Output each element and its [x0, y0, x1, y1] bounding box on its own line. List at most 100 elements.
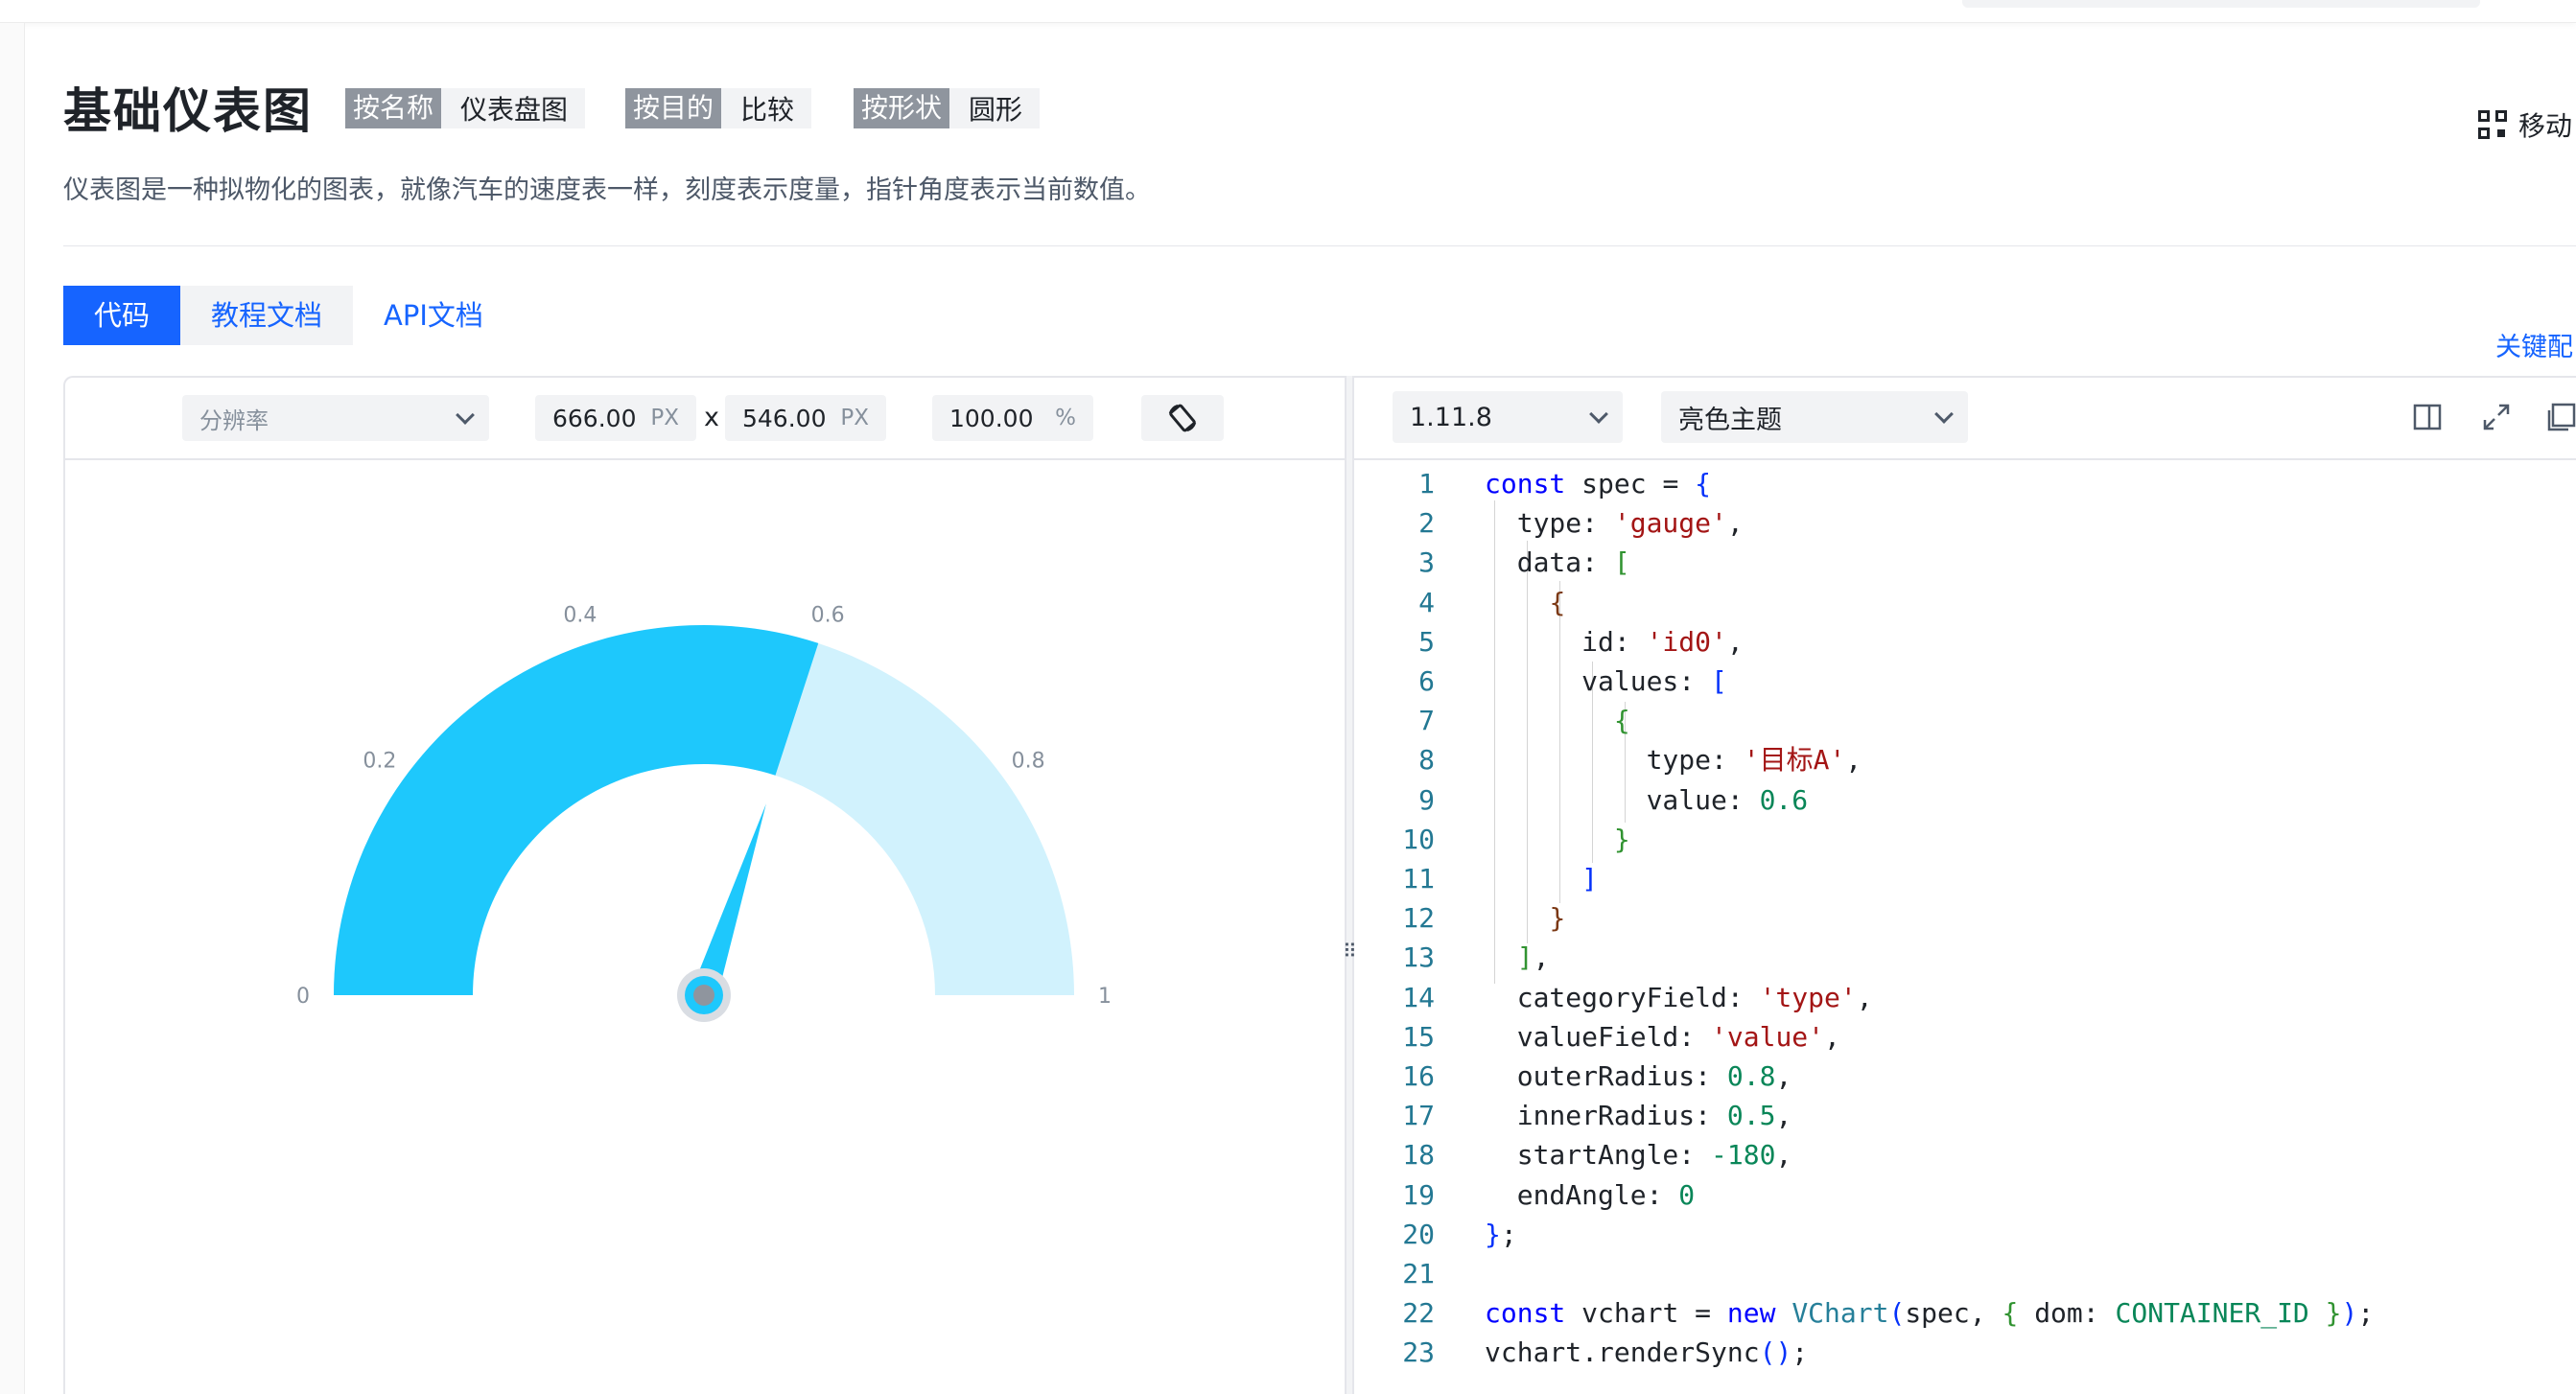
code-text: vchart.renderSync(); [1485, 1336, 1809, 1369]
code-text: value: 0.6 [1485, 783, 1809, 816]
code-line: 20}; [1354, 1215, 1516, 1255]
code-text: const vchart = new VChart(spec, { dom: C… [1485, 1297, 2375, 1330]
mobile-label: 移动 [2518, 110, 2573, 142]
width-value: 666.00 [552, 404, 637, 432]
chevron-down-icon [1934, 405, 1954, 424]
gauge-tick-label: 0.2 [363, 749, 396, 773]
split-layout-icon[interactable] [2411, 401, 2444, 433]
chevron-down-icon [1589, 405, 1608, 424]
tag-by-purpose[interactable]: 按目的 比较 [625, 88, 812, 128]
tag-value: 比较 [740, 94, 795, 126]
code-text: id: 'id0', [1485, 625, 1744, 658]
line-number: 21 [1402, 1258, 1435, 1289]
code-line: 11 ] [1354, 859, 1598, 899]
gauge-pin-core [693, 985, 714, 1006]
resolution-placeholder: 分辨率 [199, 407, 269, 434]
code-text: ] [1581, 863, 1599, 894]
code-text: { [1613, 705, 1630, 737]
version-select[interactable]: 1.11.8 [1393, 391, 1623, 443]
page-title: 基础仪表图 [63, 83, 313, 139]
code-line: 16 outerRadius: 0.8, [1354, 1057, 1791, 1097]
line-number: 9 [1418, 783, 1435, 816]
line-number: 1 [1418, 468, 1435, 500]
code-text: data: [ [1485, 546, 1630, 579]
mobile-preview-link[interactable]: 移动 [2478, 105, 2572, 144]
code-line: 21 [1354, 1254, 1435, 1294]
line-number: 8 [1418, 744, 1435, 777]
code-text: type: 'gauge', [1485, 507, 1744, 540]
theme-value: 亮色主题 [1678, 405, 1782, 435]
tag-by-name[interactable]: 按名称 仪表盘图 [345, 88, 586, 128]
tag-value: 仪表盘图 [460, 94, 569, 126]
line-number: 4 [1418, 586, 1435, 618]
line-number: 19 [1402, 1178, 1435, 1211]
line-number: 11 [1402, 863, 1435, 894]
code-line: 19 endAngle: 0 [1354, 1175, 1695, 1216]
line-number: 17 [1402, 1100, 1435, 1132]
code-text: values: [ [1485, 665, 1727, 697]
height-unit: PX [840, 406, 869, 430]
code-text: const spec = { [1485, 468, 1712, 500]
tab-api-docs[interactable]: API文档 [353, 286, 514, 345]
code-line: 14 categoryField: 'type', [1354, 978, 1872, 1018]
theme-select[interactable]: 亮色主题 [1661, 391, 1968, 443]
search-box[interactable] [1962, 0, 2480, 8]
code-line: 23 vchart.renderSync(); [1354, 1333, 1808, 1373]
line-number: 12 [1402, 902, 1435, 935]
code-text: }; [1485, 1218, 1517, 1250]
line-number: 18 [1402, 1139, 1435, 1172]
key-config-link[interactable]: 关键配 [2495, 326, 2573, 363]
code-line: 3 data: [ [1354, 543, 1630, 583]
version-value: 1.11.8 [1410, 402, 1492, 432]
fullscreen-icon[interactable] [2480, 401, 2513, 433]
height-value: 546.00 [742, 404, 827, 432]
code-editor[interactable]: 1 const spec = {2 type: 'gauge', 3 data: [… [1354, 460, 2576, 1394]
gauge-tick-label: 0.4 [563, 603, 597, 627]
zoom-unit: % [1055, 406, 1076, 430]
code-text: } [1549, 902, 1566, 935]
gauge-tick-label: 1 [1098, 985, 1112, 1009]
zoom-input[interactable]: 100.00 % [932, 395, 1093, 441]
tag-key: 按形状 [854, 88, 950, 128]
line-number: 15 [1402, 1020, 1435, 1053]
height-input[interactable]: 546.00 PX [725, 395, 886, 441]
qrcode-icon [2478, 110, 2507, 139]
gauge-tick-label: 0 [296, 985, 310, 1009]
tag-key: 按名称 [345, 88, 442, 128]
code-line: 12 } [1354, 898, 1565, 939]
line-number: 5 [1418, 625, 1435, 658]
code-line: 13 ], [1354, 938, 1549, 978]
page-description: 仪表图是一种拟物化的图表，就像汽车的速度表一样，刻度表示度量，指针角度表示当前数… [63, 175, 1151, 205]
line-number: 13 [1402, 941, 1435, 974]
left-rail [0, 23, 25, 1394]
code-text: valueField: 'value', [1485, 1020, 1840, 1053]
code-text: endAngle: 0 [1485, 1178, 1696, 1211]
rotate-button[interactable] [1141, 395, 1224, 441]
line-number: 14 [1402, 981, 1435, 1013]
divider [63, 245, 2576, 246]
gauge-chart: 0 0.2 0.4 0.6 0.8 1 [296, 603, 1112, 1022]
width-unit: PX [650, 406, 679, 430]
times-sign: x [704, 403, 719, 432]
line-number: 2 [1418, 507, 1435, 540]
chevron-down-icon [456, 406, 475, 425]
code-line: 6 values: [ [1354, 662, 1727, 702]
line-number: 20 [1402, 1218, 1435, 1250]
tab-code[interactable]: 代码 [63, 286, 181, 345]
line-number: 23 [1402, 1336, 1435, 1369]
code-text: startAngle: -180, [1485, 1139, 1792, 1172]
code-line: 17 innerRadius: 0.5, [1354, 1096, 1791, 1136]
line-number: 3 [1418, 546, 1435, 579]
tab-tutorial[interactable]: 教程文档 [180, 286, 354, 345]
code-text: outerRadius: 0.8, [1485, 1060, 1792, 1092]
code-line: 1 const spec = { [1354, 464, 1711, 504]
width-input[interactable]: 666.00 PX [535, 395, 696, 441]
resolution-select[interactable]: 分辨率 [182, 395, 489, 441]
line-number: 16 [1402, 1060, 1435, 1092]
copy-icon[interactable] [2543, 401, 2576, 433]
panel-splitter[interactable] [1345, 376, 1354, 1394]
gauge-value-arc [334, 625, 819, 995]
tag-by-shape[interactable]: 按形状 圆形 [854, 88, 1041, 128]
code-line: 15 valueField: 'value', [1354, 1017, 1840, 1057]
code-line: 9 value: 0.6 [1354, 780, 1808, 821]
